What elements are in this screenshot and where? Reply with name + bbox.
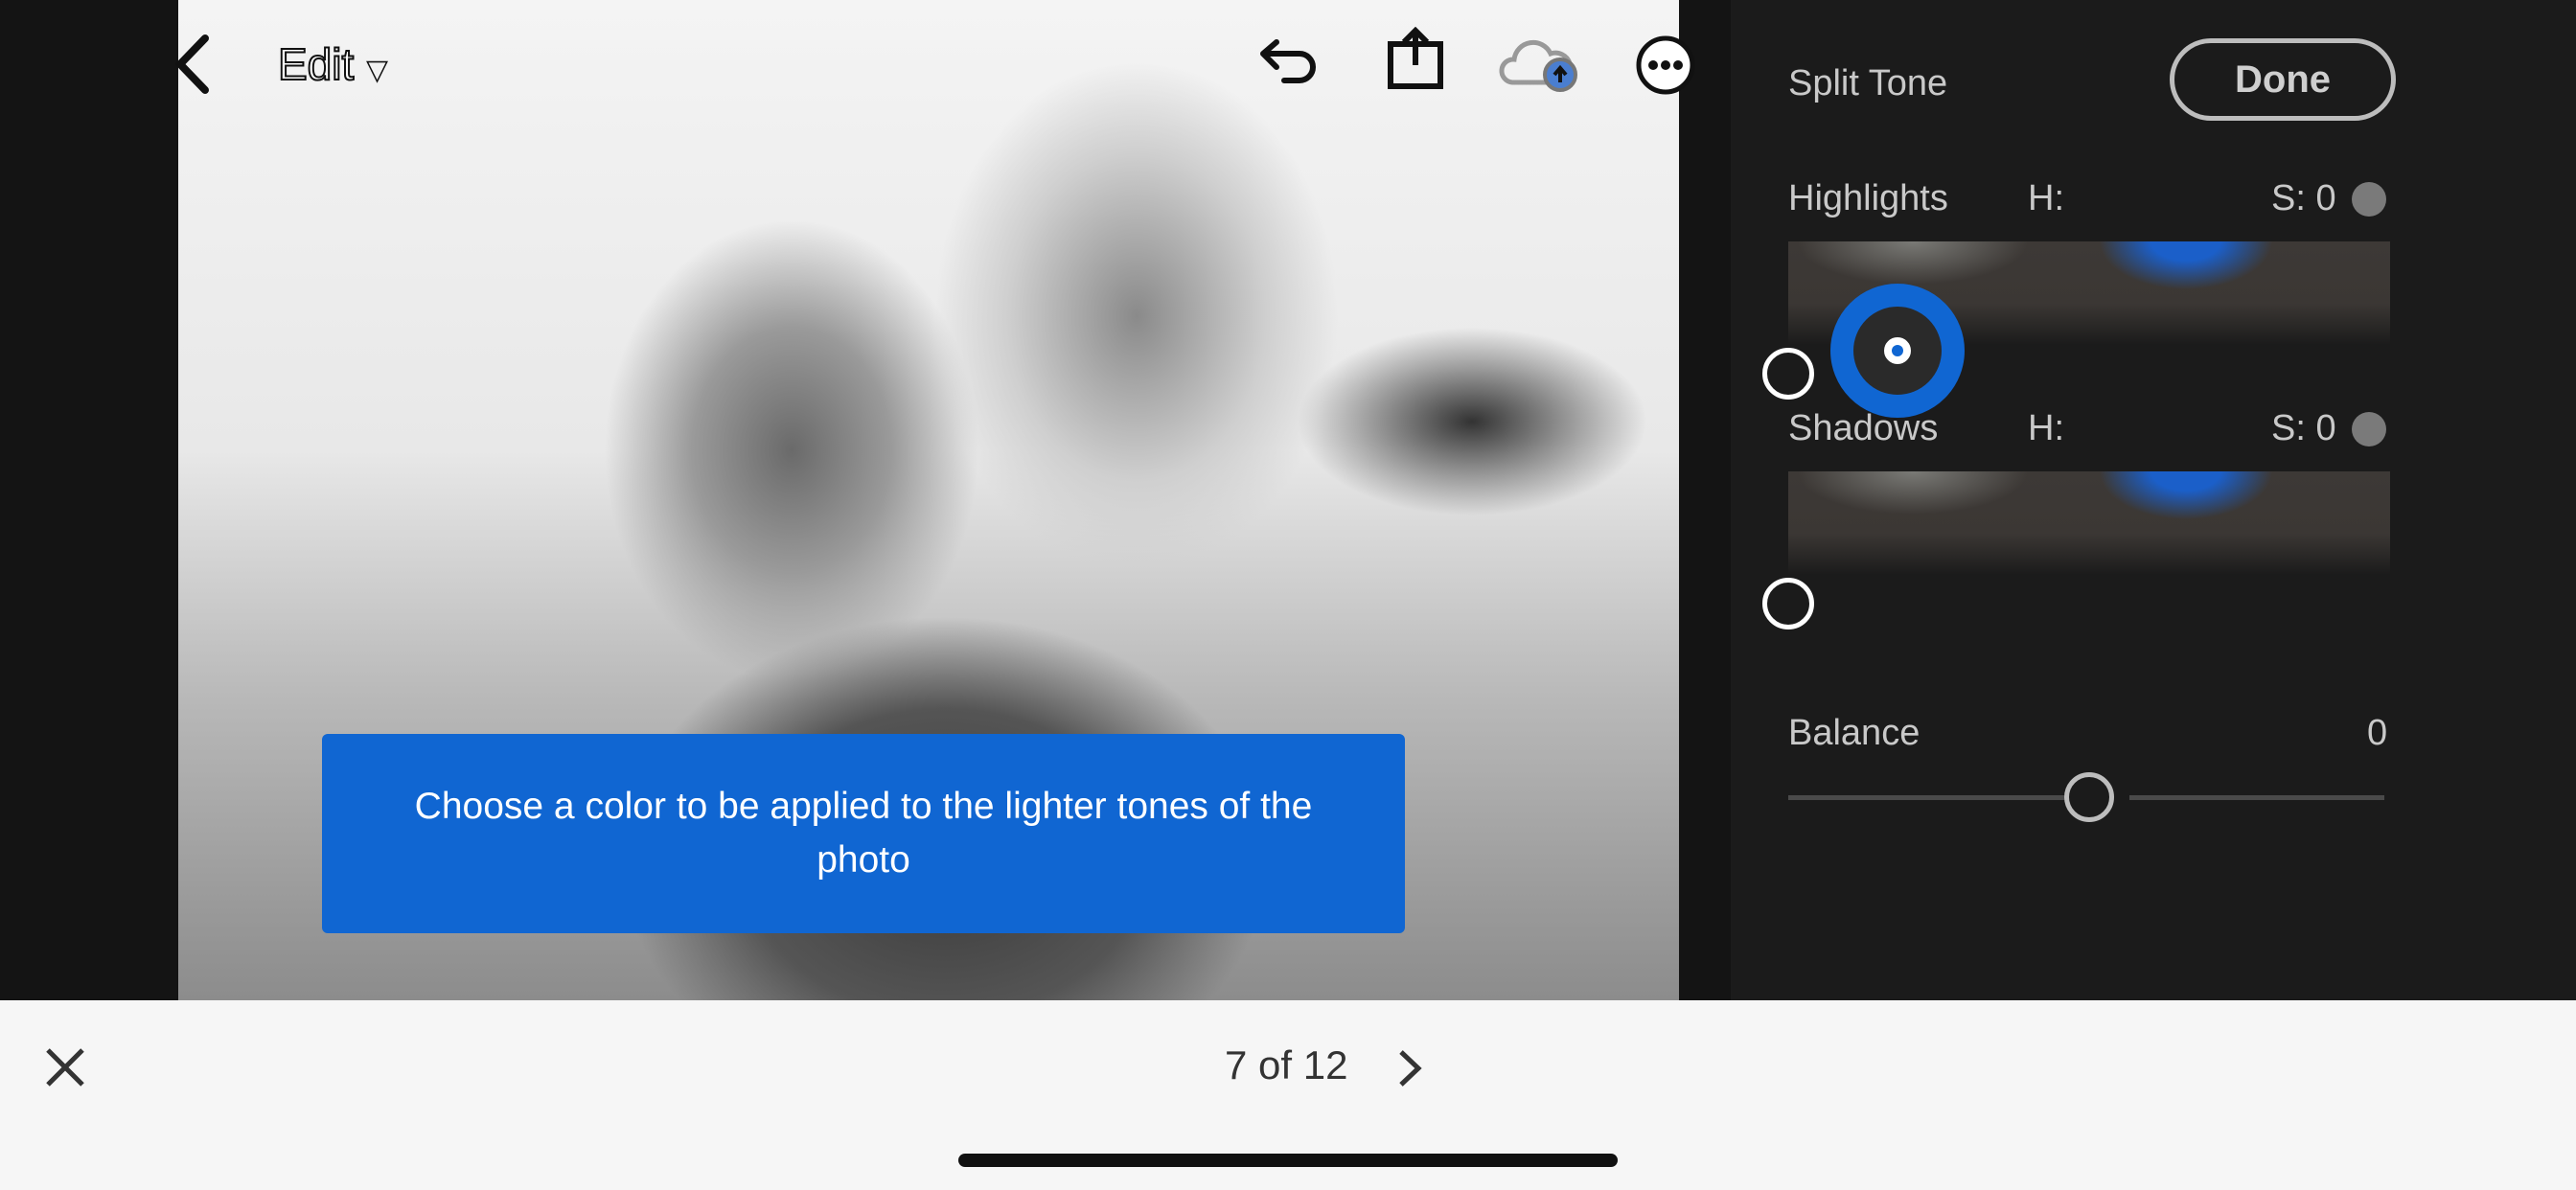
panel-title: Split Tone xyxy=(1788,63,1948,103)
share-icon xyxy=(1388,26,1443,89)
close-icon xyxy=(46,1048,84,1087)
undo-button[interactable] xyxy=(1255,36,1322,99)
highlights-label: Highlights xyxy=(1788,178,1948,218)
balance-value: 0 xyxy=(2367,713,2388,753)
more-button[interactable] xyxy=(1635,34,1696,101)
balance-slider-thumb[interactable] xyxy=(2064,772,2114,822)
undo-icon xyxy=(1260,39,1316,83)
balance-track-right[interactable] xyxy=(2129,795,2384,800)
photo-counter: 7 of 12 xyxy=(1225,1042,1348,1087)
shadows-color-picker[interactable] xyxy=(1788,471,2390,575)
chevron-left-icon xyxy=(174,34,209,94)
shadows-color-swatch xyxy=(2352,412,2386,446)
highlights-saturation-handle[interactable] xyxy=(1762,348,1814,400)
more-icon xyxy=(1636,35,1695,95)
done-button[interactable]: Done xyxy=(2170,38,2396,121)
highlights-picker-point[interactable] xyxy=(1884,337,1911,364)
balance-label: Balance xyxy=(1788,713,1920,753)
shadows-saturation-handle[interactable] xyxy=(1762,578,1814,629)
cloud-upload-icon xyxy=(1499,39,1577,92)
edit-label: Edit xyxy=(277,38,355,90)
cloud-sync-button[interactable] xyxy=(1499,34,1585,101)
tooltip-text: Choose a color to be applied to the ligh… xyxy=(414,786,1313,881)
shadows-saturation-label: S: 0 xyxy=(2271,408,2336,448)
close-button[interactable] xyxy=(44,1046,86,1093)
highlights-hue-label: H: xyxy=(2028,178,2064,218)
triangle-down-icon: ▽ xyxy=(366,55,389,86)
edit-menu[interactable]: Edit ▽ xyxy=(277,38,389,90)
shadows-label: Shadows xyxy=(1788,408,1939,448)
highlights-color-swatch xyxy=(2352,182,2386,217)
share-button[interactable] xyxy=(1386,26,1445,95)
back-button[interactable] xyxy=(171,33,213,105)
shadows-hue-label: H: xyxy=(2028,408,2064,448)
coach-tooltip: Choose a color to be applied to the ligh… xyxy=(322,734,1405,933)
balance-track-left[interactable] xyxy=(1788,795,2066,800)
next-photo-button[interactable] xyxy=(1395,1048,1424,1093)
home-indicator[interactable] xyxy=(958,1154,1618,1167)
chevron-right-icon xyxy=(1399,1050,1422,1087)
highlights-saturation-label: S: 0 xyxy=(2271,178,2336,218)
